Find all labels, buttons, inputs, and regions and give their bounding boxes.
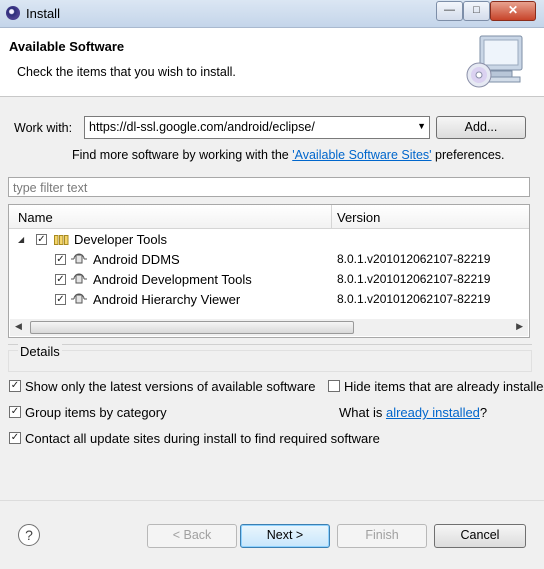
details-separator bbox=[8, 344, 532, 345]
item-version-adt: 8.0.1.v201012062107-82219 bbox=[337, 272, 491, 286]
maximize-button[interactable]: □ bbox=[463, 1, 490, 21]
feature-plugin-icon bbox=[71, 273, 87, 284]
category-icon bbox=[54, 235, 69, 245]
finish-button[interactable]: Finish bbox=[337, 524, 427, 548]
item-checkbox-hierarchy-viewer[interactable]: ✓ bbox=[55, 294, 66, 305]
help-icon[interactable]: ? bbox=[18, 524, 40, 546]
page-title: Available Software bbox=[9, 39, 125, 54]
item-name-hierarchy-viewer: Android Hierarchy Viewer bbox=[93, 292, 241, 307]
scroll-left-icon[interactable]: ◀ bbox=[15, 321, 22, 332]
more-software-prefix: Find more software by working with the bbox=[72, 148, 293, 162]
item-name-adt: Android Development Tools bbox=[93, 272, 252, 287]
scroll-thumb[interactable] bbox=[30, 321, 354, 334]
work-with-combo[interactable]: https://dl-ssl.google.com/android/eclips… bbox=[84, 116, 430, 139]
button-bar-separator bbox=[0, 500, 544, 501]
add-site-button[interactable]: Add... bbox=[436, 116, 526, 139]
item-checkbox-adt[interactable]: ✓ bbox=[55, 274, 66, 285]
hide-installed-checkbox[interactable] bbox=[328, 380, 340, 392]
hide-installed-option[interactable]: Hide items that are already installed bbox=[328, 379, 544, 397]
more-software-suffix: preferences. bbox=[431, 148, 505, 162]
contact-sites-checkbox[interactable]: ✓ bbox=[9, 432, 21, 444]
category-label: Developer Tools bbox=[74, 232, 167, 247]
what-is-installed-text: What is already installed? bbox=[339, 405, 487, 420]
group-by-category-label[interactable]: Group items by category bbox=[25, 405, 167, 420]
chevron-down-icon[interactable]: ▼ bbox=[417, 121, 426, 131]
details-label: Details bbox=[18, 344, 62, 359]
group-by-category-checkbox[interactable]: ✓ bbox=[9, 406, 21, 418]
hide-installed-label[interactable]: Hide items that are already installed bbox=[344, 379, 544, 394]
details-box bbox=[8, 350, 532, 372]
item-version-hierarchy-viewer: 8.0.1.v201012062107-82219 bbox=[337, 292, 491, 306]
item-version-ddms: 8.0.1.v201012062107-82219 bbox=[337, 252, 491, 266]
horizontal-scrollbar[interactable]: ◀ ▶ bbox=[10, 319, 528, 336]
eclipse-icon bbox=[6, 6, 20, 20]
contact-sites-label[interactable]: Contact all update sites during install … bbox=[25, 431, 380, 446]
work-with-value: https://dl-ssl.google.com/android/eclips… bbox=[89, 120, 315, 134]
cancel-button[interactable]: Cancel bbox=[434, 524, 526, 548]
column-header-name[interactable]: Name bbox=[18, 210, 53, 225]
minimize-button[interactable]: — bbox=[436, 1, 463, 21]
back-button[interactable]: < Back bbox=[147, 524, 237, 548]
software-tree[interactable]: Name Version ◢ ✓ Developer Tools ✓ Andro… bbox=[8, 204, 530, 338]
show-latest-label[interactable]: Show only the latest versions of availab… bbox=[25, 379, 316, 394]
what-is-suffix: ? bbox=[479, 405, 488, 420]
tree-header bbox=[9, 205, 529, 229]
item-name-ddms: Android DDMS bbox=[93, 252, 180, 267]
show-latest-checkbox[interactable]: ✓ bbox=[9, 380, 21, 392]
column-header-version[interactable]: Version bbox=[337, 210, 380, 225]
feature-plugin-icon bbox=[71, 253, 87, 264]
expand-toggle-icon[interactable]: ◢ bbox=[18, 235, 24, 244]
close-button[interactable]: ✕ bbox=[490, 1, 536, 21]
available-software-sites-link[interactable]: 'Available Software Sites' bbox=[292, 148, 431, 162]
filter-input[interactable] bbox=[9, 178, 517, 197]
page-description: Check the items that you wish to install… bbox=[17, 65, 236, 79]
category-checkbox[interactable]: ✓ bbox=[36, 234, 47, 245]
more-software-text: Find more software by working with the '… bbox=[72, 148, 505, 162]
column-separator[interactable] bbox=[331, 205, 332, 228]
window-title: Install bbox=[26, 6, 60, 21]
what-is-prefix: What is bbox=[339, 405, 386, 420]
item-checkbox-ddms[interactable]: ✓ bbox=[55, 254, 66, 265]
already-installed-link[interactable]: already installed bbox=[386, 405, 480, 420]
feature-plugin-icon bbox=[71, 293, 87, 304]
filter-box[interactable] bbox=[8, 177, 530, 197]
install-monitor-icon bbox=[466, 35, 523, 88]
scroll-right-icon[interactable]: ▶ bbox=[516, 321, 523, 332]
work-with-label: Work with: bbox=[14, 121, 73, 135]
next-button[interactable]: Next > bbox=[240, 524, 330, 548]
